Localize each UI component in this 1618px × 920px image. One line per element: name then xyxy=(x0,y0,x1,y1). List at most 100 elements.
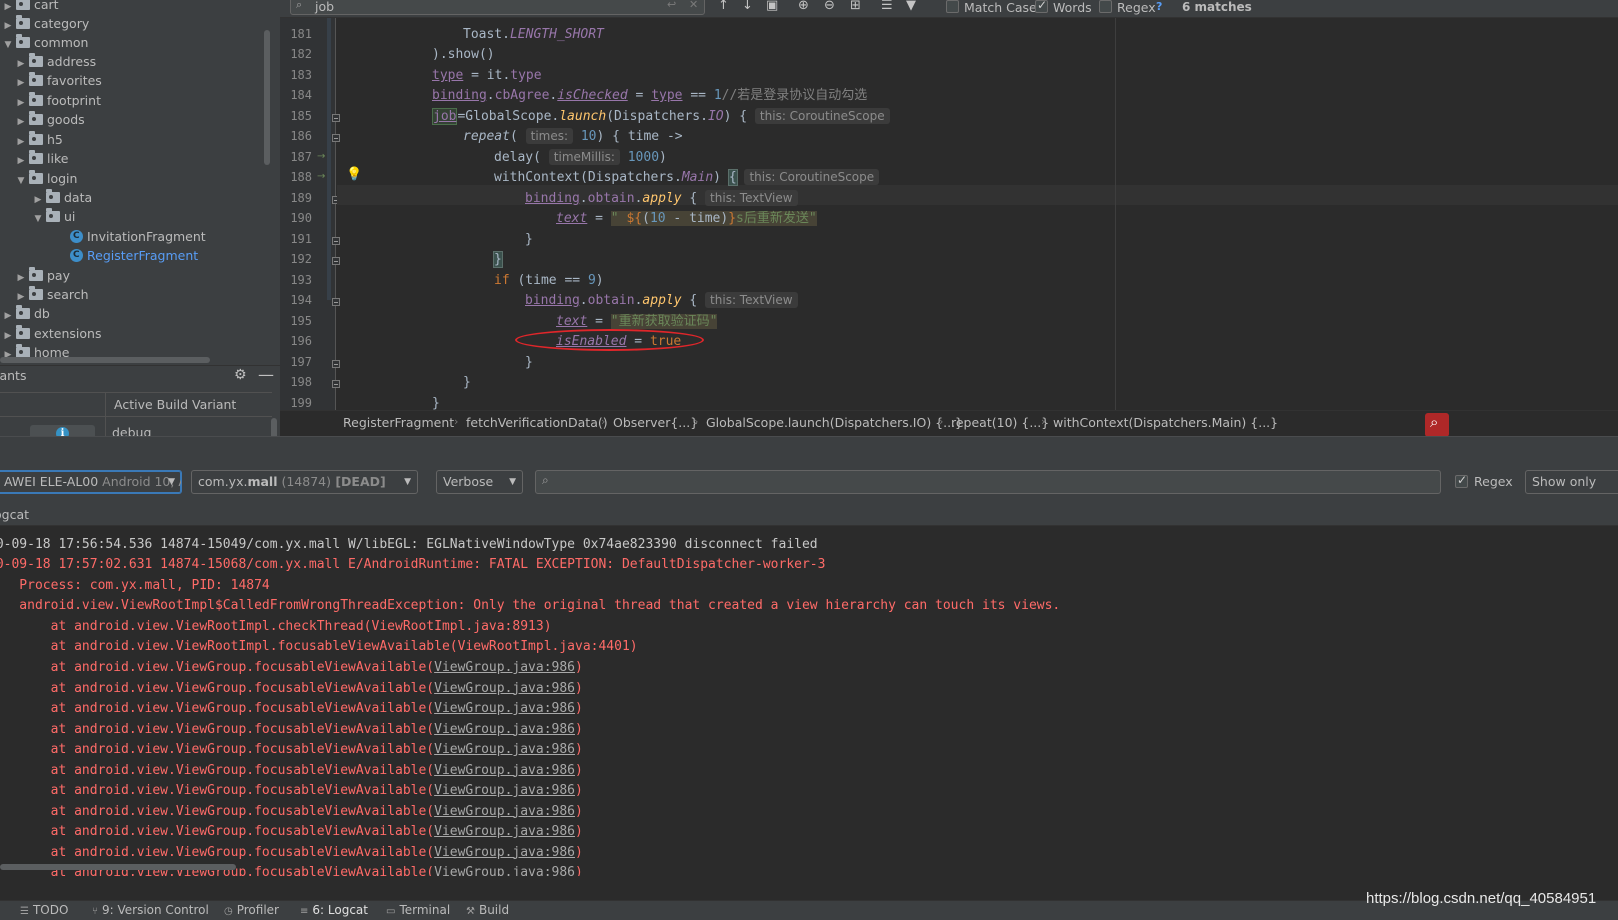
tree-item-cart[interactable]: ▶ cart xyxy=(2,0,59,15)
tree-item-h5[interactable]: ▶ h5 xyxy=(15,130,63,150)
tree-item-goods[interactable]: ▶ goods xyxy=(15,110,85,130)
code-line-191: } xyxy=(525,232,533,247)
process-select[interactable]: com.yx.mall (14874) [DEAD] ▼ xyxy=(191,470,418,494)
line-number: 185 xyxy=(290,109,312,123)
tree-item-common[interactable]: ▼ common xyxy=(2,33,88,53)
tree-item-invitation-fragment[interactable]: InvitationFragment xyxy=(56,226,206,247)
log-line: at android.view.ViewGroup.focusableViewA… xyxy=(0,824,583,839)
inlay-hint: times: xyxy=(525,128,574,144)
source-link[interactable]: ViewGroup.java:986 xyxy=(434,824,575,839)
source-link[interactable]: ViewGroup.java:986 xyxy=(434,742,575,757)
minimize-icon[interactable]: — xyxy=(258,365,274,384)
log-line: at android.view.ViewGroup.focusableViewA… xyxy=(0,803,583,819)
package-folder-icon xyxy=(29,150,43,164)
tool-tab-build[interactable]: ⚒ Build xyxy=(466,903,509,917)
tree-item-footprint[interactable]: ▶ footprint xyxy=(15,91,101,111)
kotlin-class-icon xyxy=(70,226,83,246)
logcat-regex-checkbox[interactable] xyxy=(1455,473,1468,488)
code-line-193: if (time == 9) xyxy=(494,273,604,288)
tree-item-pay[interactable]: ▶ pay xyxy=(15,266,70,286)
log-search-input[interactable]: ⌕ xyxy=(535,470,1441,494)
suspend-call-arrow-icon[interactable]: → xyxy=(317,171,325,182)
build-variants-table-header: Active Build Variant xyxy=(0,392,272,417)
breadcrumb-item[interactable]: withContext(Dispatchers.Main) {...} xyxy=(1053,415,1278,430)
log-line: at android.view.ViewGroup.focusableViewA… xyxy=(0,742,583,757)
add-occurrence-icon[interactable]: ⊕ xyxy=(798,0,809,13)
tree-item-search[interactable]: ▶ search xyxy=(15,285,89,305)
tree-item-login[interactable]: ▼ login xyxy=(15,169,77,189)
logcat-output[interactable]: 20-09-18 17:56:54.536 14874-15049/com.yx… xyxy=(0,526,1618,876)
filter-icon[interactable]: ▼ xyxy=(906,0,916,13)
breadcrumb-item[interactable]: GlobalScope.launch(Dispatchers.IO) {...} xyxy=(706,415,963,430)
code-line-198: } xyxy=(463,375,471,390)
source-link[interactable]: ViewGroup.java:986 xyxy=(434,701,575,716)
tool-tab-logcat[interactable]: ≡ 6: Logcat xyxy=(300,903,368,917)
select-all-occurrences-icon[interactable]: ⊞ xyxy=(850,0,861,13)
source-link[interactable]: ViewGroup.java:986 xyxy=(434,763,575,778)
line-number: 182 xyxy=(290,47,312,61)
kotlin-class-icon xyxy=(70,245,83,265)
match-case-checkbox[interactable] xyxy=(946,0,959,13)
tree-item-ui[interactable]: ▼ ui xyxy=(32,207,75,227)
tree-horizontal-scrollbar[interactable] xyxy=(0,357,210,363)
tree-item-db[interactable]: ▶ db xyxy=(2,304,50,324)
find-in-selection-icon[interactable]: ▣ xyxy=(766,0,778,13)
breadcrumb-item[interactable]: repeat(10) {...} xyxy=(951,415,1049,430)
regex-checkbox[interactable] xyxy=(1099,0,1112,13)
words-checkbox[interactable] xyxy=(1035,0,1048,13)
breadcrumb-item[interactable]: fetchVerificationData() xyxy=(466,415,608,430)
tool-tab-version-control[interactable]: ⑂ 9: Version Control xyxy=(92,903,209,917)
line-number: 195 xyxy=(290,314,312,328)
chevron-right-icon: › xyxy=(601,415,606,428)
source-link[interactable]: ViewGroup.java:986 xyxy=(434,681,575,696)
code-line-195: text = "重新获取验证码" xyxy=(556,314,718,329)
code-line-182: ).show() xyxy=(432,47,495,62)
tree-item-category[interactable]: ▶ category xyxy=(2,14,89,34)
source-link[interactable]: ViewGroup.java:986 xyxy=(434,722,575,737)
tree-item-address[interactable]: ▶ address xyxy=(15,52,96,72)
filter-options-icon[interactable]: ☰ xyxy=(881,0,893,13)
line-number: 188 xyxy=(290,170,312,184)
source-link[interactable]: ViewGroup.java:986 xyxy=(434,660,575,675)
log-level-select[interactable]: Verbose ▼ xyxy=(436,470,523,494)
code-line-192: } xyxy=(493,251,503,268)
log-line: at android.view.ViewRootImpl.checkThread… xyxy=(0,619,552,634)
source-link[interactable]: ViewGroup.java:986 xyxy=(434,845,575,860)
regex-help-link[interactable]: ? xyxy=(1156,0,1162,13)
mouse-cursor-highlight-icon xyxy=(1425,413,1449,437)
logcat-horizontal-scrollbar[interactable] xyxy=(0,864,236,870)
tree-item-favorites[interactable]: ▶ favorites xyxy=(15,71,102,91)
editor-gutter: 181 182 183 184 185 186 187 188 189 190 … xyxy=(280,18,340,422)
gear-icon[interactable]: ⚙ xyxy=(234,367,247,383)
tree-item-data[interactable]: ▶ data xyxy=(32,188,92,208)
logcat-tab[interactable]: ogcat xyxy=(0,507,29,522)
tool-tab-profiler[interactable]: ◷ Profiler xyxy=(224,903,279,917)
tree-vertical-scrollbar[interactable] xyxy=(264,30,270,165)
find-query-text: job xyxy=(315,0,335,14)
source-link[interactable]: ViewGroup.java:986 xyxy=(434,865,575,876)
find-input[interactable]: ⌕ job ↩ ✕ xyxy=(290,0,705,15)
tree-item-extensions[interactable]: ▶ extensions xyxy=(2,324,101,344)
previous-occurrence-icon[interactable]: ↑ xyxy=(718,0,729,13)
new-line-icon[interactable]: ↩ xyxy=(667,0,676,11)
breadcrumb-item[interactable]: Observer{...} xyxy=(613,415,698,430)
suspend-call-arrow-icon[interactable]: → xyxy=(317,151,325,162)
source-link[interactable]: ViewGroup.java:986 xyxy=(434,783,575,798)
log-line: 20-09-18 17:56:54.536 14874-15049/com.yx… xyxy=(0,537,818,552)
remove-occurrence-icon[interactable]: ⊖ xyxy=(824,0,835,13)
tool-tab-todo[interactable]: ☰ TODO xyxy=(20,903,68,917)
branch-icon: ⑂ xyxy=(92,906,98,917)
code-content[interactable]: Toast.LENGTH_SHORT ).show() type = it.ty… xyxy=(337,18,1618,422)
tool-tab-terminal[interactable]: ▭ Terminal xyxy=(386,903,450,917)
package-folder-icon xyxy=(29,170,43,184)
package-folder-icon xyxy=(16,15,30,29)
show-only-selected-select[interactable]: Show only xyxy=(1525,470,1618,494)
source-link[interactable]: ViewGroup.java:986 xyxy=(434,804,575,819)
tree-item-register-fragment[interactable]: RegisterFragment xyxy=(56,245,198,266)
breadcrumb-item[interactable]: RegisterFragment xyxy=(343,415,454,430)
clear-icon[interactable]: ✕ xyxy=(689,0,698,11)
device-select[interactable]: AWEI ELE-AL00 Android 10, A ▼ xyxy=(0,470,182,494)
tree-item-like[interactable]: ▶ like xyxy=(15,149,68,169)
next-occurrence-icon[interactable]: ↓ xyxy=(742,0,753,13)
code-line-196: isEnabled = true xyxy=(556,334,682,349)
